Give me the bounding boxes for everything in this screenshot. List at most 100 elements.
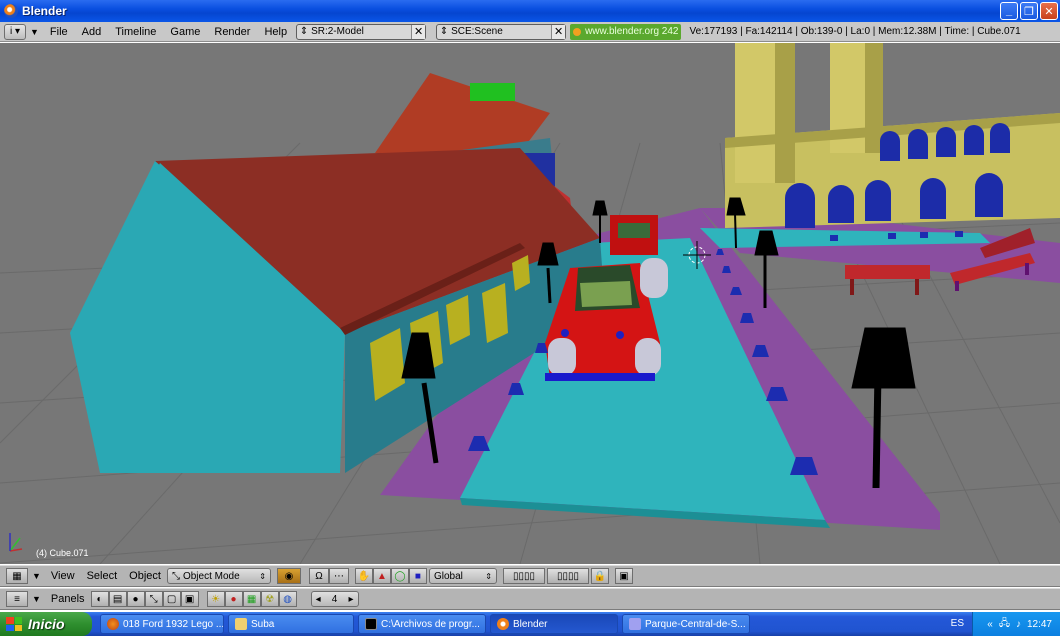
minimize-button[interactable]: _ bbox=[1000, 2, 1018, 20]
menu-help[interactable]: Help bbox=[257, 26, 294, 38]
lock-layers-icon[interactable]: 🔒 bbox=[590, 568, 609, 584]
buttons-header: ≡ ▼ Panels ◐ ▤ ● ⤡ ▢ ▣ ☀ ● ▦ ☢ ◍ ◂ 4 ▸ bbox=[0, 588, 1060, 610]
language-indicator[interactable]: ES bbox=[951, 618, 964, 629]
lamp-buttons-icon[interactable]: ☀ bbox=[206, 591, 225, 607]
menu-add[interactable]: Add bbox=[75, 26, 109, 38]
shading-context-icon[interactable]: ● bbox=[126, 591, 145, 607]
object-menu[interactable]: Object bbox=[123, 570, 167, 582]
layer-buttons-group-1[interactable]: ▯▯▯▯ bbox=[502, 568, 545, 584]
mode-dropdown[interactable]: ⤡ Object Mode ⇕ bbox=[166, 568, 271, 584]
taskbar-item-image-viewer[interactable]: Parque-Central-de-S... bbox=[622, 614, 750, 634]
taskbar-item-command-prompt[interactable]: C:\Archivos de progr... bbox=[358, 614, 486, 634]
orientation-arrow-icon: ⇕ bbox=[485, 571, 492, 581]
network-icon[interactable]: 🖧 bbox=[999, 616, 1010, 633]
scene-browse-icon[interactable]: ⇕ bbox=[437, 26, 451, 37]
clock[interactable]: 12:47 bbox=[1027, 619, 1052, 630]
texture-buttons-icon[interactable]: ▦ bbox=[242, 591, 261, 607]
collapse-triangle-icon[interactable]: ▼ bbox=[30, 27, 39, 37]
material-buttons-icon[interactable]: ● bbox=[224, 591, 243, 607]
taskbar-item-blender[interactable]: Blender bbox=[490, 614, 618, 634]
taskbar-item-firefox[interactable]: 018 Ford 1932 Lego ... bbox=[100, 614, 224, 634]
screen-selector[interactable]: ⇕ SR:2-Model ✕ bbox=[296, 23, 427, 40]
start-button[interactable]: Inicio bbox=[0, 612, 92, 636]
script-context-icon[interactable]: ▤ bbox=[108, 591, 127, 607]
task-label[interactable]: Parque-Central-de-S... bbox=[645, 619, 746, 630]
window-titlebar: Blender _ ❐ ✕ bbox=[0, 0, 1060, 22]
3d-viewport[interactable]: (4) Cube.071 bbox=[0, 43, 1060, 564]
blender-org-link[interactable]: www.blender.org 242 bbox=[570, 23, 682, 40]
taskbar-item-suba-folder[interactable]: Suba bbox=[228, 614, 354, 634]
view3d-window-type-icon[interactable]: ▦ bbox=[6, 568, 28, 584]
menu-file[interactable]: File bbox=[43, 26, 75, 38]
menu-game[interactable]: Game bbox=[163, 26, 207, 38]
frame-value[interactable]: 4 bbox=[332, 594, 338, 605]
screen-name[interactable]: SR:2-Model bbox=[311, 26, 411, 37]
rotate-manipulator-icon[interactable]: ◯ bbox=[390, 568, 409, 584]
frame-increment-icon[interactable]: ▸ bbox=[349, 594, 354, 605]
window-title: Blender bbox=[22, 4, 67, 18]
scene-selector[interactable]: ⇕ SCE:Scene ✕ bbox=[436, 23, 567, 40]
url-text[interactable]: www.blender.org 242 bbox=[585, 26, 678, 37]
task-label[interactable]: Suba bbox=[251, 619, 274, 630]
panels-label: Panels bbox=[50, 593, 85, 605]
volume-icon[interactable]: ♪ bbox=[1016, 619, 1021, 630]
task-label[interactable]: Blender bbox=[513, 619, 547, 630]
image-viewer-icon bbox=[629, 618, 641, 630]
blender-icon bbox=[497, 618, 509, 630]
view3d-header: ▦ ▼ View Select Object ⤡ Object Mode ⇕ ◉… bbox=[0, 565, 1060, 587]
windows-flag-icon bbox=[6, 617, 22, 631]
object-mode-icon: ⤡ bbox=[171, 570, 180, 582]
world-buttons-icon[interactable]: ◍ bbox=[278, 591, 297, 607]
blender-small-logo-icon bbox=[573, 27, 582, 36]
scale-manipulator-icon[interactable]: ■ bbox=[408, 568, 427, 584]
window-type-info-icon[interactable]: i ▾ bbox=[4, 23, 26, 40]
system-tray: « 🖧 ♪ 12:47 bbox=[972, 612, 1060, 636]
view3d-collapse-icon[interactable]: ▼ bbox=[32, 571, 41, 581]
view-menu[interactable]: View bbox=[45, 570, 81, 582]
object-context-icon[interactable]: ⤡ bbox=[144, 591, 163, 607]
windows-taskbar: Inicio 018 Ford 1932 Lego ... Suba C:\Ar… bbox=[0, 612, 1060, 636]
mode-label[interactable]: Object Mode bbox=[183, 571, 259, 582]
axis-gizmo-icon bbox=[9, 533, 23, 552]
mode-dropdown-arrow-icon: ⇕ bbox=[259, 571, 266, 581]
tray-arrow-icon[interactable]: « bbox=[987, 619, 993, 630]
draw-type-icon[interactable]: ◉ bbox=[276, 568, 301, 584]
pivot-point-icon[interactable]: ⋯ bbox=[328, 568, 349, 584]
menu-render[interactable]: Render bbox=[207, 26, 257, 38]
restore-button[interactable]: ❐ bbox=[1020, 2, 1038, 20]
orientation-dropdown[interactable]: Global ⇕ bbox=[428, 568, 497, 584]
frame-decrement-icon[interactable]: ◂ bbox=[316, 594, 321, 605]
render-preview-icon[interactable]: ▣ bbox=[614, 568, 633, 584]
hand-transform-icon[interactable]: ✋ bbox=[354, 568, 373, 584]
frame-number-field[interactable]: ◂ 4 ▸ bbox=[310, 591, 359, 607]
buttons-collapse-icon[interactable]: ▼ bbox=[32, 594, 41, 604]
scene-render[interactable] bbox=[0, 43, 1060, 564]
scene-delete-icon[interactable]: ✕ bbox=[551, 24, 566, 39]
scene-stats: Ve:177193 | Fa:142114 | Ob:139-0 | La:0 … bbox=[689, 26, 1021, 37]
task-label[interactable]: 018 Ford 1932 Lego ... bbox=[123, 619, 223, 630]
editing-context-icon[interactable]: ▢ bbox=[162, 591, 181, 607]
close-window-button[interactable]: ✕ bbox=[1040, 2, 1058, 20]
translate-manipulator-icon[interactable]: ▲ bbox=[372, 568, 391, 584]
layer-buttons-group-2[interactable]: ▯▯▯▯ bbox=[546, 568, 589, 584]
menu-timeline[interactable]: Timeline bbox=[108, 26, 163, 38]
select-menu[interactable]: Select bbox=[81, 570, 124, 582]
scene-name[interactable]: SCE:Scene bbox=[451, 26, 551, 37]
folder-icon bbox=[235, 618, 247, 630]
buttons-window-type-icon[interactable]: ≡ bbox=[6, 591, 28, 607]
scene-context-icon[interactable]: ▣ bbox=[180, 591, 199, 607]
blender-logo-icon bbox=[4, 4, 18, 18]
firefox-icon bbox=[107, 618, 119, 630]
active-object-label: (4) Cube.071 bbox=[36, 548, 89, 558]
screen-delete-icon[interactable]: ✕ bbox=[411, 24, 426, 39]
view-rotate-icon[interactable]: Ω bbox=[308, 568, 329, 584]
orientation-label[interactable]: Global bbox=[434, 571, 485, 582]
cathedral bbox=[725, 43, 1060, 228]
screen-browse-icon[interactable]: ⇕ bbox=[297, 26, 311, 37]
console-icon bbox=[365, 618, 377, 630]
radiosity-buttons-icon[interactable]: ☢ bbox=[260, 591, 279, 607]
start-label[interactable]: Inicio bbox=[28, 616, 65, 632]
task-label[interactable]: C:\Archivos de progr... bbox=[381, 619, 480, 630]
logic-context-icon[interactable]: ◐ bbox=[90, 591, 109, 607]
info-header: i ▾ ▼ File Add Timeline Game Render Help… bbox=[0, 22, 1060, 42]
